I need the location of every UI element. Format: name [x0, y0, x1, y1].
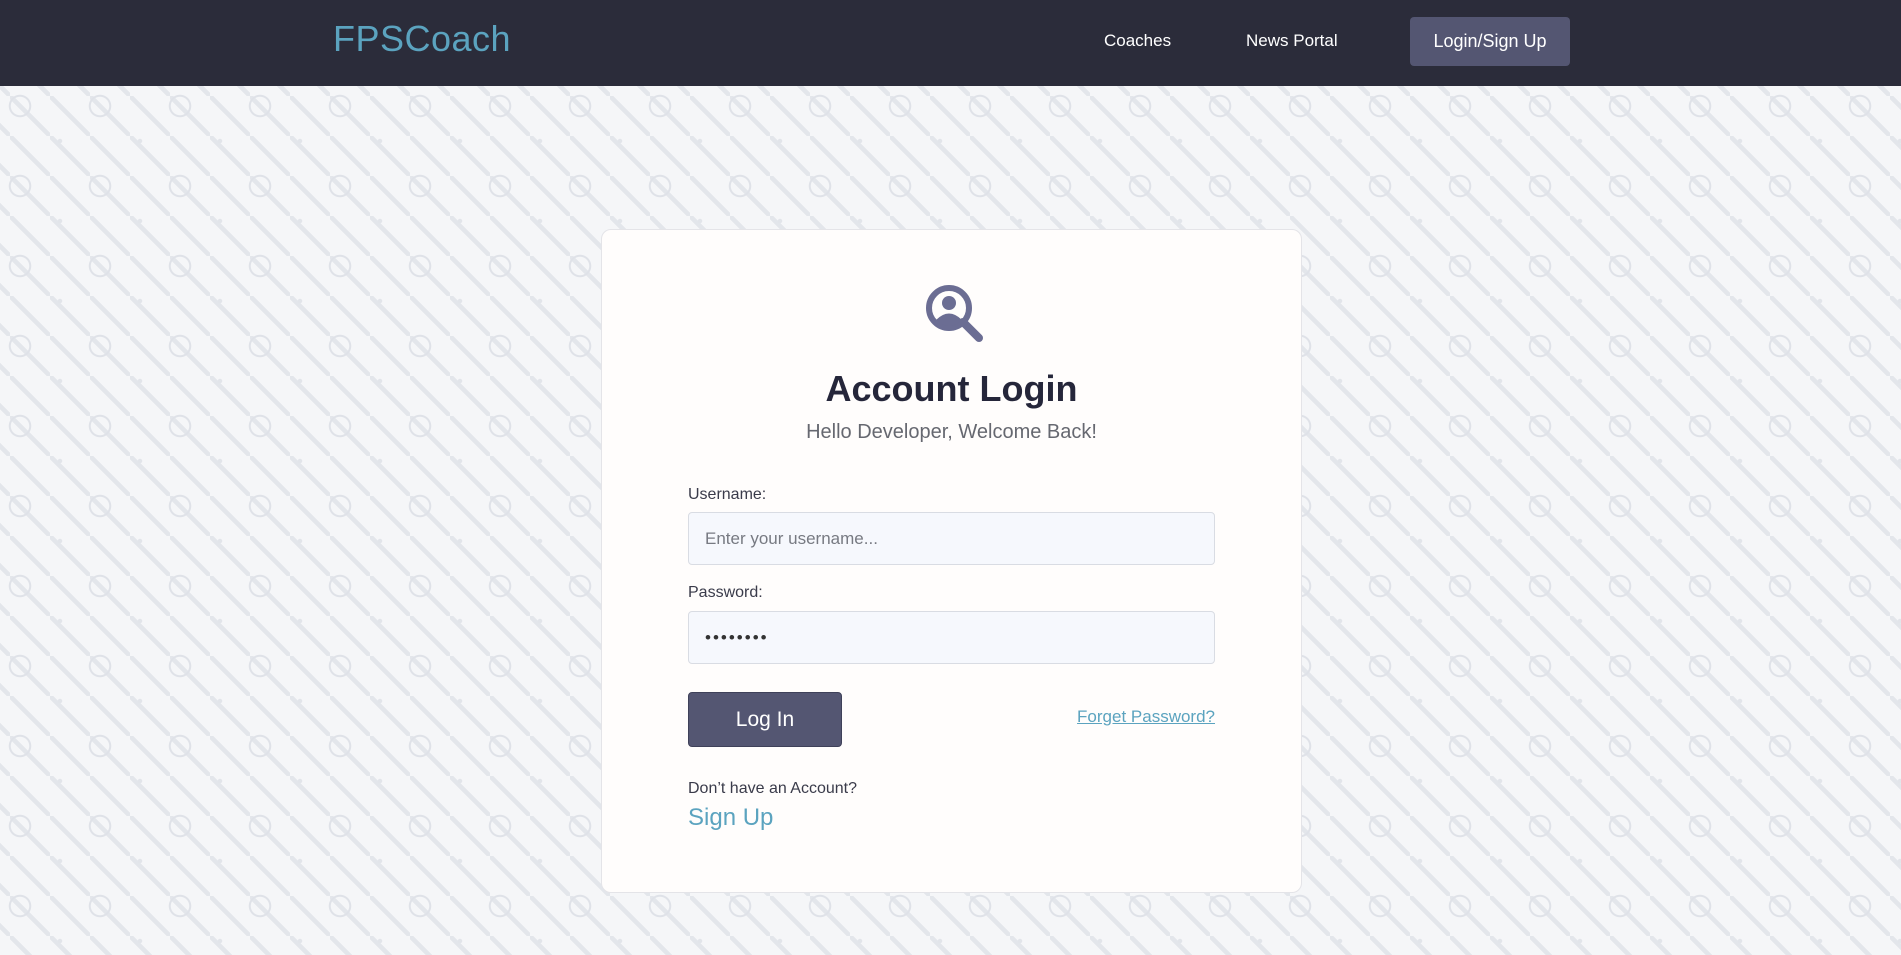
login-signup-button[interactable]: Login/Sign Up: [1410, 17, 1570, 66]
log-in-button[interactable]: Log In: [688, 692, 842, 747]
page-title: Account Login: [825, 368, 1078, 409]
nav-link-coaches[interactable]: Coaches: [1104, 31, 1171, 51]
password-input[interactable]: [688, 611, 1215, 664]
login-card: Account Login Hello Developer, Welcome B…: [601, 229, 1302, 893]
top-navbar: FPSCoach Coaches News Portal Login/Sign …: [0, 0, 1901, 86]
no-account-text: Don’t have an Account?: [688, 780, 858, 797]
username-label: Username:: [688, 486, 767, 503]
user-search-icon: [926, 285, 983, 342]
brand-logo[interactable]: FPSCoach: [333, 18, 511, 60]
username-input[interactable]: [688, 512, 1215, 565]
nav-link-news-portal[interactable]: News Portal: [1246, 31, 1338, 51]
sign-up-link[interactable]: Sign Up: [688, 804, 773, 832]
welcome-subtitle: Hello Developer, Welcome Back!: [806, 421, 1097, 443]
password-label: Password:: [688, 584, 763, 601]
forgot-password-link[interactable]: Forget Password?: [1077, 707, 1215, 727]
